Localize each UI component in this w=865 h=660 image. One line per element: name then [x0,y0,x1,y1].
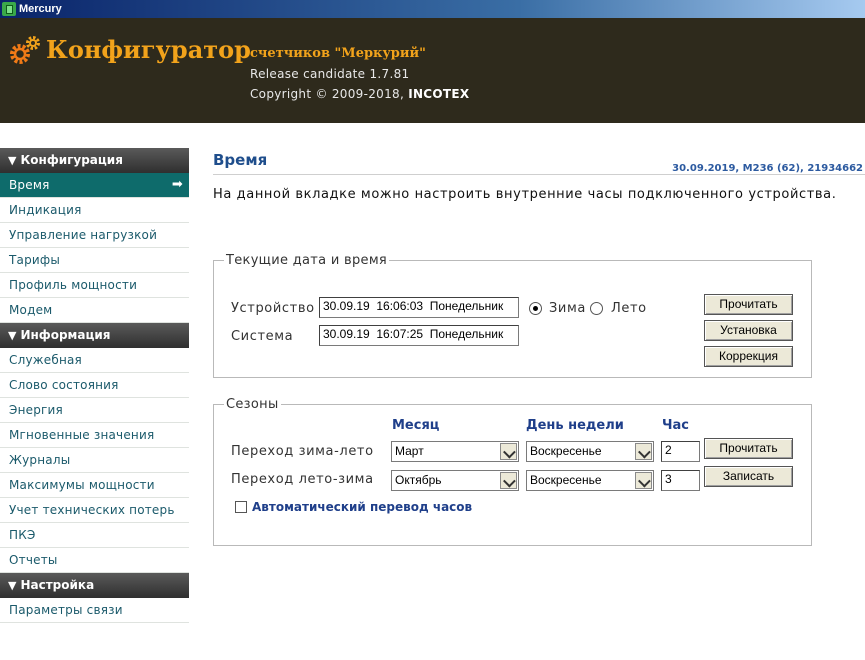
sidebar-item-connection-params[interactable]: Параметры связи [0,598,189,623]
sidebar-item-modem[interactable]: Модем [0,298,189,323]
sidebar-item-energy[interactable]: Энергия [0,398,189,423]
sidebar-section-configuration[interactable]: ▼ Конфигурация [0,148,189,173]
summer-radio[interactable] [590,302,603,315]
sidebar-item-indication[interactable]: Индикация [0,198,189,223]
copyright: Copyright © 2009-2018, INCOTEX [250,87,469,101]
month-column-header: Месяц [392,418,440,433]
set-time-button[interactable]: Установка [704,320,793,341]
sidebar-item-pke[interactable]: ПКЭ [0,523,189,548]
sidebar-item-status-word[interactable]: Слово состояния [0,373,189,398]
triangle-down-icon: ▼ [8,329,17,342]
winter-label: Зима [549,301,586,316]
correct-time-button[interactable]: Коррекция [704,346,793,367]
winter-summer-weekday-select[interactable]: Воскресенье [526,441,654,462]
group-legend: Текущие дата и время [226,253,388,268]
summer-winter-month-select[interactable]: Октябрь [391,470,519,491]
summer-winter-hour-input[interactable]: 3 [661,470,700,491]
release-version: Release candidate 1.7.81 [250,67,410,81]
read-time-button[interactable]: Прочитать [704,294,793,315]
sidebar-section-information[interactable]: ▼ Информация [0,323,189,348]
group-legend: Сезоны [226,397,279,412]
winter-summer-hour-input[interactable]: 2 [661,441,700,462]
sidebar-item-service[interactable]: Служебная [0,348,189,373]
sidebar-item-power-profile[interactable]: Профиль мощности [0,273,189,298]
triangle-down-icon: ▼ [8,154,17,167]
sidebar-item-power-maximums[interactable]: Максимумы мощности [0,473,189,498]
sidebar-item-time[interactable]: Время ➡ [0,173,189,198]
page-title: Время [213,151,268,169]
chevron-down-icon[interactable] [500,472,517,489]
divider [213,174,865,175]
hour-column-header: Час [662,418,689,433]
sidebar-section-settings[interactable]: ▼ Настройка [0,573,189,598]
page-description: На данной вкладке можно настроить внутре… [213,187,837,202]
arrow-right-icon: ➡ [171,177,183,192]
window-title-bar: Mercury [0,0,865,18]
section-title: Информация [20,328,111,342]
summer-winter-label: Переход лето-зима [231,472,374,487]
sidebar-item-label: Время [9,178,50,192]
section-title: Конфигурация [20,153,123,167]
weekday-column-header: День недели [526,418,624,433]
brand-subtitle: счетчиков "Меркурий" [250,46,426,61]
auto-switch-checkbox[interactable] [235,501,247,513]
sidebar-item-tariffs[interactable]: Тарифы [0,248,189,273]
summer-label: Лето [611,301,647,316]
window-title: Mercury [19,3,62,15]
write-seasons-button[interactable]: Записать [704,466,793,487]
system-label: Система [231,329,294,344]
summer-winter-weekday-select[interactable]: Воскресенье [526,470,654,491]
read-seasons-button[interactable]: Прочитать [704,438,793,459]
system-datetime-field[interactable]: 30.09.19 16:07:25 Понедельник [319,325,519,346]
section-title: Настройка [20,578,95,592]
copyright-prefix: Copyright © 2009-2018, [250,87,409,101]
device-datetime-field[interactable]: 30.09.19 16:06:03 Понедельник [319,297,519,318]
device-status: 30.09.2019, М236 (62), 21934662 [672,163,863,174]
triangle-down-icon: ▼ [8,579,17,592]
gears-logo-icon [10,36,40,64]
sidebar-item-reports[interactable]: Отчеты [0,548,189,573]
winter-summer-month-select[interactable]: Март [391,441,519,462]
sidebar-item-journals[interactable]: Журналы [0,448,189,473]
brand-title: Конфигуратор [46,35,251,64]
sidebar-item-load-control[interactable]: Управление нагрузкой [0,223,189,248]
chevron-down-icon[interactable] [500,443,517,460]
app-header: Конфигуратор счетчиков "Меркурий" Releas… [0,18,865,123]
sidebar: ▼ Конфигурация Время ➡ Индикация Управлени… [0,148,189,660]
chevron-down-icon[interactable] [635,472,652,489]
copyright-company: INCOTEX [408,87,470,101]
winter-radio[interactable] [529,302,542,315]
select-value: Воскресенье [530,444,602,458]
select-value: Октябрь [395,473,442,487]
sidebar-item-instant-values[interactable]: Мгновенные значения [0,423,189,448]
sidebar-item-technical-losses[interactable]: Учет технических потерь [0,498,189,523]
winter-summer-label: Переход зима-лето [231,444,374,459]
device-label: Устройство [231,301,315,316]
chevron-down-icon[interactable] [635,443,652,460]
select-value: Воскресенье [530,473,602,487]
select-value: Март [395,444,424,458]
auto-switch-label[interactable]: Автоматический перевод часов [252,500,472,514]
app-icon [2,2,16,16]
